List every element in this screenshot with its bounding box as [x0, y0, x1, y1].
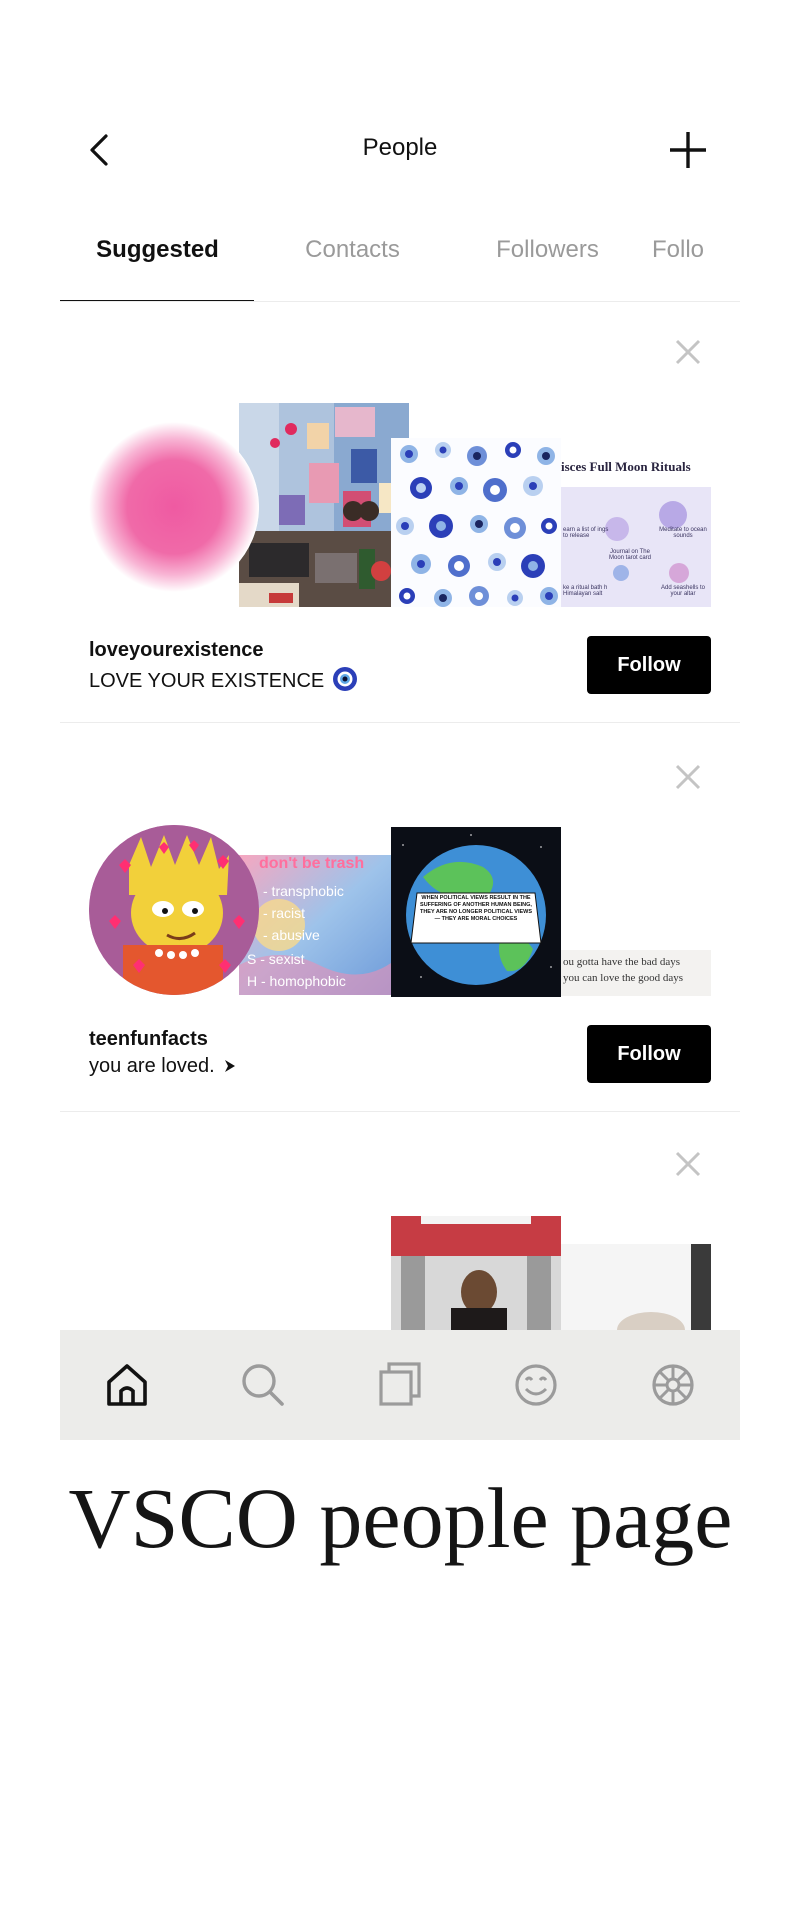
follow-button[interactable]: Follow — [587, 636, 711, 694]
user-bio: you are loved. — [89, 1055, 238, 1078]
smiley-icon[interactable] — [509, 1358, 563, 1412]
close-icon[interactable] — [674, 1150, 702, 1178]
bio-text: LOVE YOUR EXISTENCE — [89, 670, 325, 692]
mirror-selfie-image — [391, 1216, 561, 1330]
suggested-user-card — [60, 1112, 740, 1330]
post-thumbnail[interactable] — [391, 1216, 561, 1330]
post-text: WHEN POLITICAL VIEWS RESULT IN THE SUFFE… — [419, 895, 533, 922]
post-thumbnail[interactable] — [391, 438, 561, 607]
post-thumbnail[interactable]: isces Full Moon Rituals earn a list of i… — [561, 457, 711, 607]
heart-arrow-icon — [225, 1060, 236, 1072]
post-thumbnail[interactable]: WHEN POLITICAL VIEWS RESULT IN THE SUFFE… — [391, 827, 561, 997]
home-icon[interactable] — [100, 1358, 154, 1412]
post-text: - transphobic — [263, 883, 344, 899]
post-text: ke a ritual bath h Himalayan salt — [563, 585, 608, 597]
post-text: - racist — [263, 905, 305, 921]
post-text: ou gotta have the bad days — [563, 956, 680, 968]
post-text: Meditate to ocean sounds — [659, 527, 707, 539]
bio-text: you are loved. — [89, 1055, 215, 1077]
post-text: isces Full Moon Rituals — [561, 459, 691, 474]
settings-wheel-icon[interactable] — [646, 1358, 700, 1412]
post-text: earn a list of ings to release — [563, 527, 609, 539]
post-thumbnail[interactable] — [239, 403, 409, 607]
post-text: Journal on The Moon tarot card — [608, 549, 652, 561]
close-icon[interactable] — [674, 338, 702, 366]
room-collage-image — [239, 403, 409, 607]
avatar[interactable] — [89, 422, 259, 592]
bottom-nav — [60, 1330, 740, 1440]
tab-contacts[interactable]: Contacts — [255, 236, 450, 264]
username[interactable]: loveyourexistence — [89, 639, 264, 662]
suggested-user-card: isces Full Moon Rituals earn a list of i… — [60, 302, 740, 722]
tab-following[interactable]: Follo — [652, 236, 704, 264]
people-tabs: Suggested Contacts Followers Follo — [60, 228, 740, 302]
gallery-icon[interactable] — [373, 1358, 427, 1412]
post-thumbnail[interactable]: ou gotta have the bad days you can love … — [561, 950, 711, 996]
caption-text: VSCO people page — [68, 1470, 733, 1566]
evil-eye-icon — [332, 667, 357, 691]
page-title: People — [362, 134, 438, 161]
post-text: don't be trash — [259, 855, 365, 872]
user-bio: LOVE YOUR EXISTENCE — [89, 666, 358, 693]
post-text: H - homophobic — [247, 973, 346, 989]
post-text: Add seashells to your altar — [660, 585, 706, 597]
header: People — [60, 110, 740, 190]
post-thumbnail[interactable]: don't be trash - transphobic - racist - … — [239, 855, 391, 995]
tab-suggested[interactable]: Suggested — [60, 236, 255, 264]
post-thumbnail[interactable] — [561, 1244, 711, 1330]
search-icon[interactable] — [236, 1358, 290, 1412]
close-icon[interactable] — [674, 763, 702, 791]
follow-button[interactable]: Follow — [587, 1025, 711, 1083]
add-icon[interactable] — [666, 128, 710, 172]
evil-eye-pattern-image — [391, 438, 561, 607]
tab-followers[interactable]: Followers — [450, 236, 645, 264]
post-text: S - sexist — [247, 951, 305, 967]
username[interactable]: teenfunfacts — [89, 1028, 208, 1051]
avatar[interactable] — [89, 825, 259, 995]
post-text: - abusive — [263, 927, 320, 943]
suggested-user-card: don't be trash - transphobic - racist - … — [60, 723, 740, 1111]
post-text: you can love the good days — [563, 972, 684, 984]
post-image — [561, 1244, 711, 1330]
